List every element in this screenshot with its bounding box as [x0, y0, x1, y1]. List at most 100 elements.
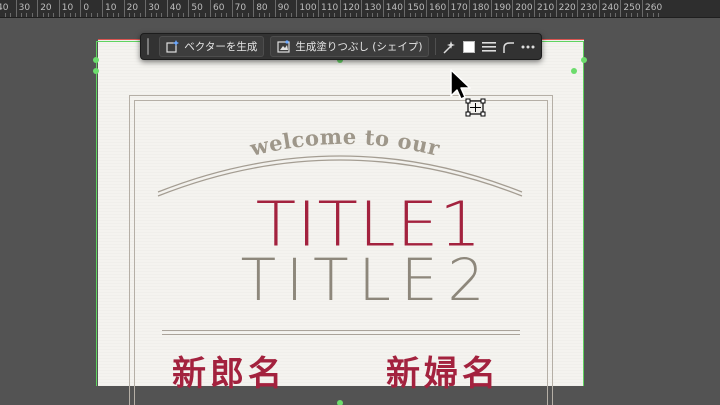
ruler-minor-tick — [199, 13, 201, 17]
ruler-minor-tick — [366, 13, 368, 17]
ruler-minor-tick — [204, 13, 206, 17]
ruler-minor-tick — [112, 13, 114, 17]
ruler-minor-tick — [291, 13, 292, 17]
ruler-minor-tick — [561, 13, 562, 17]
ruler-minor-tick — [409, 13, 411, 17]
ruler-minor-tick — [544, 13, 546, 17]
ruler-tick-label: 90 — [277, 3, 290, 13]
ruler-minor-tick — [604, 13, 606, 17]
ruler-minor-tick — [480, 13, 481, 17]
selection-handle-bottom-center[interactable] — [337, 400, 343, 405]
generative-fill-label: 生成塗りつぶし (シェイプ) — [295, 41, 423, 53]
ruler-tick-label: 100 — [299, 3, 317, 13]
more-options-icon[interactable] — [521, 38, 535, 56]
ruler-tick-label: 160 — [429, 3, 447, 13]
generate-vector-icon — [166, 40, 180, 53]
ruler-minor-tick — [355, 13, 357, 17]
horizontal-ruler[interactable]: 4030201001020304050607080901001101201301… — [0, 0, 720, 18]
selection-handle-top-left[interactable] — [93, 57, 99, 63]
ruler-minor-tick — [593, 13, 595, 17]
corner-radius-icon[interactable] — [502, 38, 515, 56]
ruler-minor-tick — [312, 13, 314, 17]
ruler-minor-tick — [652, 13, 654, 17]
ruler-minor-tick — [582, 13, 584, 17]
ruler-tick-label: 0 — [83, 3, 90, 13]
ruler-minor-tick — [625, 13, 627, 17]
stroke-lines-icon[interactable] — [481, 38, 496, 56]
ruler-tick-label: 40 — [0, 3, 9, 13]
ruler-tick-label: 220 — [558, 3, 576, 13]
grip-handle-icon[interactable] — [147, 38, 150, 55]
ruler-minor-tick — [21, 13, 22, 17]
ruler-tick-label: 40 — [169, 3, 182, 13]
ruler-minor-tick — [571, 13, 573, 17]
selection-handle-top-right[interactable] — [581, 57, 587, 63]
ruler-tick-label: 30 — [18, 3, 31, 13]
fill-color-swatch — [462, 40, 475, 53]
ruler-tick-label: 120 — [342, 3, 360, 13]
ruler-minor-tick — [269, 13, 271, 17]
ruler-tick-label: 250 — [623, 3, 641, 13]
ruler-minor-tick — [242, 13, 244, 17]
selection-bounding-box[interactable] — [96, 41, 584, 386]
ruler-tick-label: 260 — [645, 3, 663, 13]
ruler-minor-tick — [485, 13, 487, 17]
ruler-minor-tick — [48, 13, 49, 17]
mouse-pointer-icon — [450, 69, 471, 100]
magic-wand-icon[interactable] — [442, 38, 456, 56]
generate-vector-button[interactable]: ベクターを生成 — [159, 36, 265, 57]
ruler-minor-tick — [528, 13, 530, 17]
ruler-minor-tick — [539, 13, 541, 17]
ruler-minor-tick — [636, 13, 638, 17]
ruler-minor-tick — [31, 13, 33, 17]
generative-fill-shape-button[interactable]: 生成塗りつぶし (シェイプ) — [270, 36, 430, 57]
ruler-minor-tick — [647, 13, 649, 17]
ruler-tick-label: 20 — [126, 3, 139, 13]
ruler-minor-tick — [285, 13, 287, 17]
ruler-minor-tick — [458, 13, 460, 17]
ruler-minor-tick — [42, 13, 44, 17]
ruler-minor-tick — [323, 13, 325, 17]
ruler-minor-tick — [264, 13, 265, 17]
ruler-minor-tick — [85, 13, 87, 17]
ruler-minor-tick — [517, 13, 519, 17]
ruler-minor-tick — [496, 13, 498, 17]
ruler-minor-tick — [415, 13, 417, 17]
ruler-minor-tick — [215, 13, 217, 17]
ruler-minor-tick — [463, 13, 465, 17]
ruler-minor-tick — [69, 13, 71, 17]
ruler-minor-tick — [431, 13, 433, 17]
ruler-minor-tick — [566, 13, 568, 17]
ruler-minor-tick — [161, 13, 163, 17]
ruler-tick-label: 10 — [105, 3, 117, 13]
anchor-point-left[interactable] — [93, 68, 99, 74]
ruler-tick-label: 110 — [321, 3, 339, 13]
ruler-minor-tick — [172, 13, 174, 17]
ruler-minor-tick — [53, 13, 55, 17]
ruler-minor-tick — [129, 13, 130, 17]
ruler-minor-tick — [501, 13, 503, 17]
ruler-minor-tick — [507, 13, 508, 17]
ruler-minor-tick — [193, 13, 195, 17]
toolbar-separator — [435, 38, 437, 55]
ruler-tick: 40 — [0, 0, 16, 17]
ruler-minor-tick — [220, 13, 222, 17]
ruler-minor-tick — [550, 13, 552, 17]
contextual-task-bar: ベクターを生成 生成塗りつぶし (シェイプ) — [140, 33, 542, 60]
ruler-tick-label: 60 — [213, 3, 225, 13]
ruler-minor-tick — [588, 13, 589, 17]
ruler-minor-tick — [523, 13, 525, 17]
ruler-minor-tick — [26, 13, 28, 17]
ruler-minor-tick — [301, 13, 303, 17]
ruler-tick-label: 50 — [191, 3, 203, 13]
ruler-minor-tick — [91, 13, 93, 17]
ruler-tick-label: 150 — [407, 3, 425, 13]
fill-swatch-icon[interactable] — [462, 38, 475, 56]
ruler-minor-tick — [96, 13, 98, 17]
ruler-minor-tick — [393, 13, 395, 17]
ruler-minor-tick — [615, 13, 616, 17]
anchor-point-right[interactable] — [571, 68, 577, 74]
ruler-minor-tick — [399, 13, 400, 17]
ruler-tick-label: 10 — [61, 3, 74, 13]
ruler-minor-tick — [183, 13, 184, 17]
